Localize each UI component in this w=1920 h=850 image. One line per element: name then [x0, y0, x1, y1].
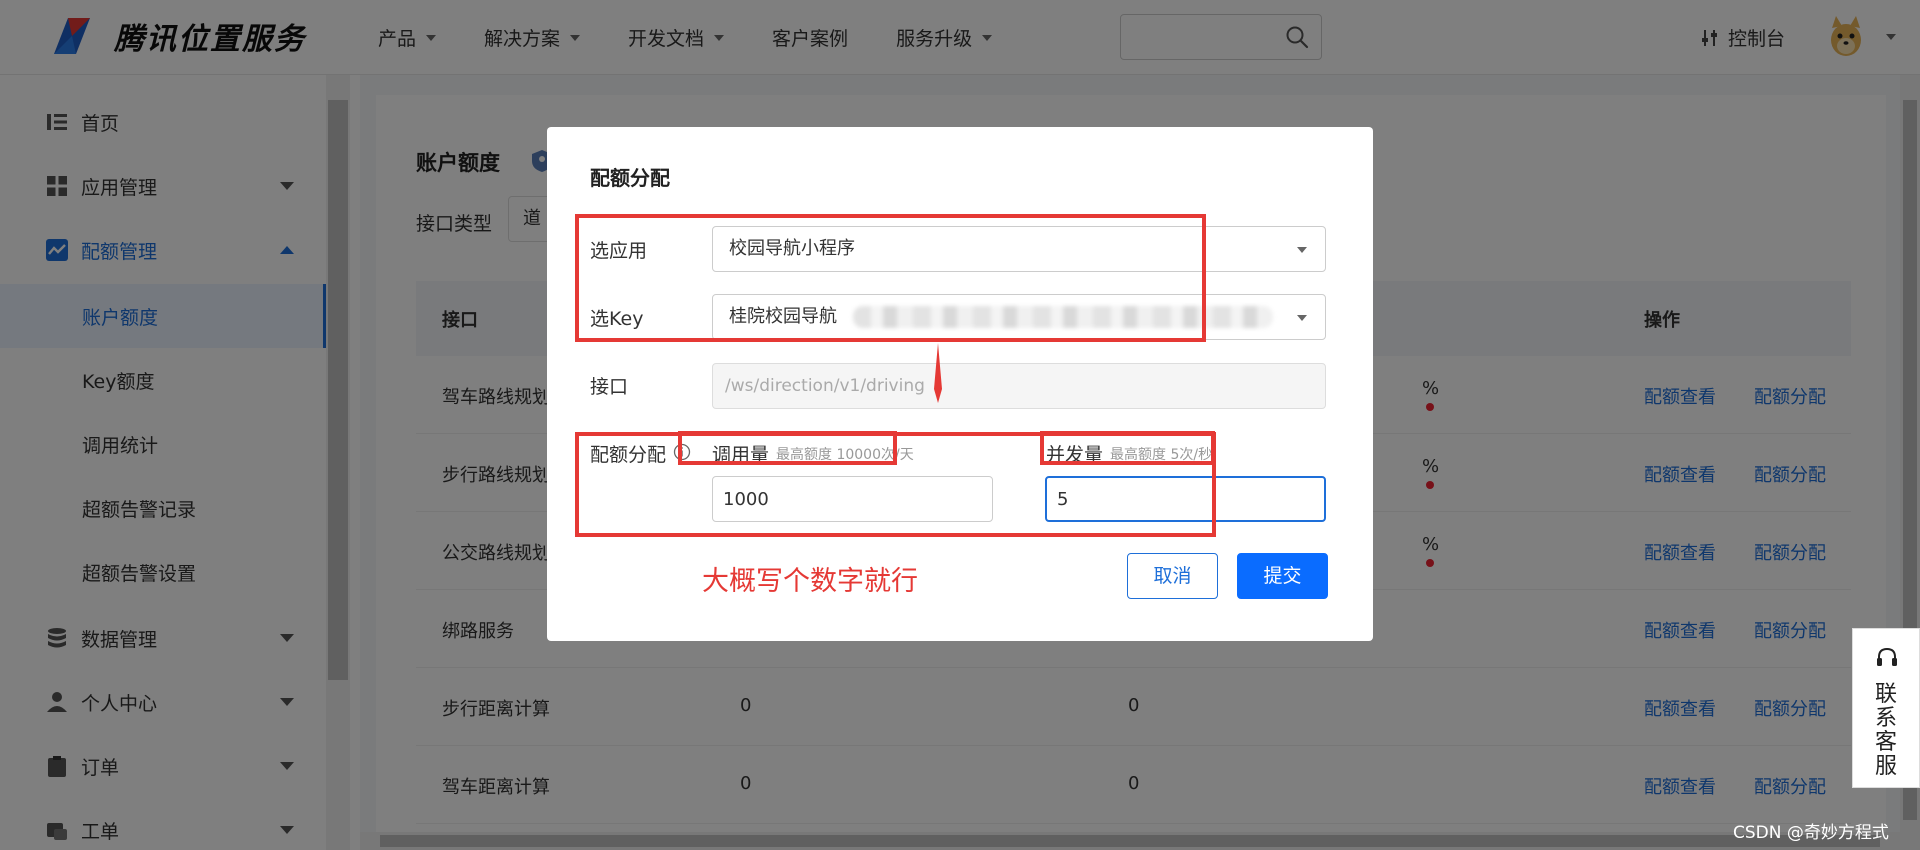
dialog-title: 配额分配 [590, 166, 670, 190]
annotation-box-concurrency [1040, 431, 1215, 465]
chevron-down-icon [1297, 247, 1307, 253]
contact-service-label: 联系客服 [1875, 682, 1898, 779]
cancel-button[interactable]: 取消 [1127, 553, 1218, 599]
contact-service-button[interactable]: 联系客服 [1852, 628, 1920, 788]
annotation-box-calls [678, 431, 897, 465]
annotation-box-app-key [575, 214, 1206, 342]
api-label: 接口 [590, 376, 629, 398]
watermark: CSDN @奇妙方程式 [1733, 823, 1889, 843]
quota-assign-dialog: 配额分配 选应用 校园导航小程序 选Key 桂院校园导航 接口 /ws/dire… [547, 127, 1373, 641]
api-field: /ws/direction/v1/driving [712, 363, 1326, 409]
annotation-arrow [934, 343, 942, 403]
submit-button[interactable]: 提交 [1237, 553, 1328, 599]
chevron-down-icon [1297, 315, 1307, 321]
headset-icon [1877, 647, 1897, 666]
annotation-note: 大概写个数字就行 [702, 566, 918, 597]
